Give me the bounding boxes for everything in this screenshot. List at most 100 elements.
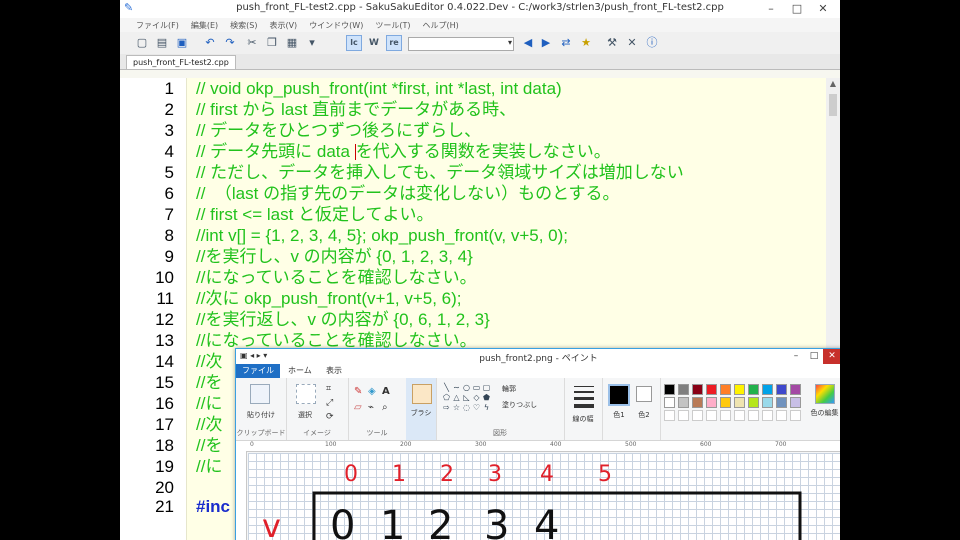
wrench-icon[interactable]: ⚒ [604,35,620,51]
palette-custom-slot[interactable] [692,410,703,421]
minimize-icon[interactable]: – [758,0,784,18]
new-file-icon[interactable]: ▢ [134,35,150,51]
crop-icon[interactable]: ⌗ [326,384,331,394]
arrow-shape-icon[interactable]: ⇨ [442,404,451,412]
palette-swatch[interactable] [706,397,717,408]
palette-swatch[interactable] [664,384,675,395]
settings-icon[interactable]: ✕ [624,35,640,51]
menu-edit[interactable]: 編集(E) [185,18,224,32]
color2-swatch[interactable] [636,386,652,402]
line-shape-icon[interactable]: ╲ [442,384,451,392]
menu-view[interactable]: 表示(V) [263,18,303,32]
text-tool-icon[interactable]: A [382,386,390,397]
copy-icon[interactable]: ❐ [264,35,280,51]
tab-home[interactable]: ホーム [282,364,318,378]
palette-swatch[interactable] [664,397,675,408]
replace-icon[interactable]: ⇄ [558,35,574,51]
oval-shape-icon[interactable]: ○ [462,384,471,392]
fill-dropdown[interactable]: 塗りつぶし [502,400,537,410]
outline-dropdown[interactable]: 輪郭 [502,384,516,394]
palette-swatch[interactable] [734,397,745,408]
curve-shape-icon[interactable]: ∼ [452,384,461,392]
undo-icon[interactable]: ↶ [202,35,218,51]
star-shape-icon[interactable]: ☆ [452,404,461,412]
rotate-icon[interactable]: ⟳ [326,412,334,422]
chevron-down-icon[interactable]: ▾ [508,38,512,47]
paint-canvas[interactable]: 0 1 2 3 4 5 v 0 1 2 3 4 [248,453,840,540]
paint-close-icon[interactable]: ✕ [823,349,840,364]
clipboard-dropdown-icon[interactable]: ▾ [304,35,320,51]
rect-shape-icon[interactable]: ▭ [472,384,481,392]
palette-swatch[interactable] [776,384,787,395]
palette-custom-slot[interactable] [664,410,675,421]
palette-swatch[interactable] [748,397,759,408]
palette-swatch[interactable] [692,397,703,408]
palette-swatch[interactable] [678,384,689,395]
palette-swatch[interactable] [748,384,759,395]
palette-swatch[interactable] [790,397,801,408]
resize-icon[interactable]: ⤢ [326,398,333,408]
info-icon[interactable]: ⓘ [644,35,660,51]
menu-help[interactable]: ヘルプ(H) [416,18,464,32]
cut-icon[interactable]: ✂ [244,35,260,51]
palette-swatch[interactable] [720,384,731,395]
tab-view[interactable]: 表示 [320,364,348,378]
color-picker-icon[interactable]: ⌁ [368,402,374,413]
redo-icon[interactable]: ↷ [222,35,238,51]
find-prev-icon[interactable]: ◀ [520,35,536,51]
tab-file[interactable]: ファイル [236,364,280,378]
scroll-thumb[interactable] [829,94,837,116]
match-case-toggle[interactable]: lc [346,35,362,51]
select-button[interactable]: 選択 [290,410,320,420]
lightning-shape-icon[interactable]: ϟ [482,404,491,412]
rounded-rect-shape-icon[interactable]: ▢ [482,384,491,392]
polygon-shape-icon[interactable]: ⬠ [442,394,451,402]
brush-button[interactable]: ブラシ [406,408,436,418]
paste-icon[interactable]: ▦ [284,35,300,51]
edit-colors-button[interactable]: 色の編集 [808,408,840,418]
close-icon[interactable]: ✕ [810,0,836,18]
color2-label[interactable]: 色2 [632,410,656,420]
color-wheel-icon[interactable] [815,384,835,404]
palette-custom-slot[interactable] [706,410,717,421]
triangle-shape-icon[interactable]: △ [452,394,461,402]
palette-custom-slot[interactable] [776,410,787,421]
palette-swatch[interactable] [678,397,689,408]
open-folder-icon[interactable]: ▤ [154,35,170,51]
palette-swatch[interactable] [720,397,731,408]
palette-swatch[interactable] [706,384,717,395]
heart-shape-icon[interactable]: ♡ [472,404,481,412]
line-width-button[interactable]: 線の幅 [564,414,602,424]
fill-bucket-icon[interactable]: ◈ [368,386,376,397]
paste-button[interactable]: 貼り付け [236,410,286,420]
palette-swatch[interactable] [776,397,787,408]
palette-custom-slot[interactable] [748,410,759,421]
find-next-icon[interactable]: ▶ [538,35,554,51]
maximize-icon[interactable]: □ [784,0,810,18]
palette-custom-slot[interactable] [678,410,689,421]
palette-swatch[interactable] [734,384,745,395]
diamond-shape-icon[interactable]: ◇ [472,394,481,402]
callout-shape-icon[interactable]: ◌ [462,404,471,412]
regex-toggle[interactable]: re [386,35,402,51]
palette-swatch[interactable] [692,384,703,395]
menu-file[interactable]: ファイル(F) [130,18,185,32]
palette-custom-slot[interactable] [762,410,773,421]
pentagon-shape-icon[interactable]: ⬟ [482,394,491,402]
magnifier-icon[interactable]: ⌕ [382,402,388,413]
eraser-icon[interactable]: ▱ [354,402,362,413]
select-rectangle-icon[interactable] [296,384,316,404]
palette-custom-slot[interactable] [734,410,745,421]
whole-word-toggle[interactable]: W [366,35,382,51]
tab-push-front-fl-test2[interactable]: push_front_FL-test2.cpp [126,55,236,69]
paste-clipboard-icon[interactable] [250,384,270,404]
paint-maximize-icon[interactable]: □ [805,349,823,364]
pencil-icon[interactable]: ✎ [354,386,362,397]
palette-swatch[interactable] [762,384,773,395]
bookmark-icon[interactable]: ★ [578,35,594,51]
brush-icon[interactable] [412,384,432,404]
scroll-up-icon[interactable]: ▲ [826,78,840,90]
palette-swatch[interactable] [762,397,773,408]
color1-label[interactable]: 色1 [604,410,634,420]
paint-minimize-icon[interactable]: – [787,349,805,364]
